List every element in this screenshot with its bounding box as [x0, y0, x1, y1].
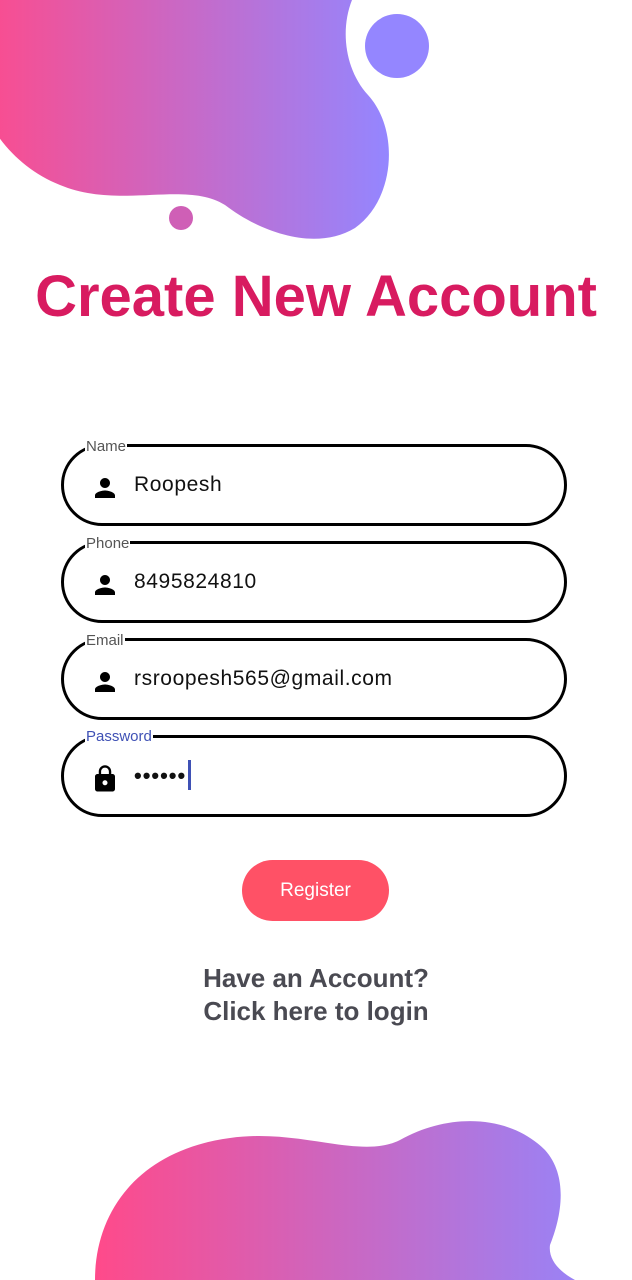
bottom-blob: [95, 1121, 575, 1280]
phone-label: Phone: [85, 535, 131, 552]
text-cursor: [188, 759, 192, 790]
small-bubble: [169, 206, 193, 230]
phone-field[interactable]: 8495824810: [61, 541, 567, 623]
person-icon: [95, 575, 115, 595]
login-link-line1: Have an Account?: [203, 963, 429, 993]
register-button[interactable]: Register: [242, 860, 389, 921]
name-field[interactable]: Roopesh: [61, 444, 567, 526]
lock-icon: [95, 765, 115, 792]
email-field[interactable]: rsroopesh565@gmail.com: [61, 638, 567, 720]
name-label: Name: [85, 438, 128, 455]
email-value: rsroopesh565@gmail.com: [134, 667, 393, 690]
login-link-line2: Click here to login: [203, 996, 429, 1026]
person-icon: [95, 478, 115, 498]
name-value: Roopesh: [134, 473, 223, 496]
password-value: ••••••: [134, 763, 187, 788]
person-icon: [95, 672, 115, 692]
password-value-wrap: ••••••: [134, 738, 192, 814]
password-label: Password: [85, 728, 153, 745]
top-blob: [0, 0, 389, 239]
password-field[interactable]: ••••••: [61, 735, 567, 817]
phone-value: 8495824810: [134, 570, 257, 593]
login-link[interactable]: Have an Account? Click here to login: [0, 962, 632, 1028]
email-label: Email: [85, 632, 125, 649]
page-title: Create New Account: [35, 264, 597, 329]
top-right-bubble: [365, 14, 429, 78]
